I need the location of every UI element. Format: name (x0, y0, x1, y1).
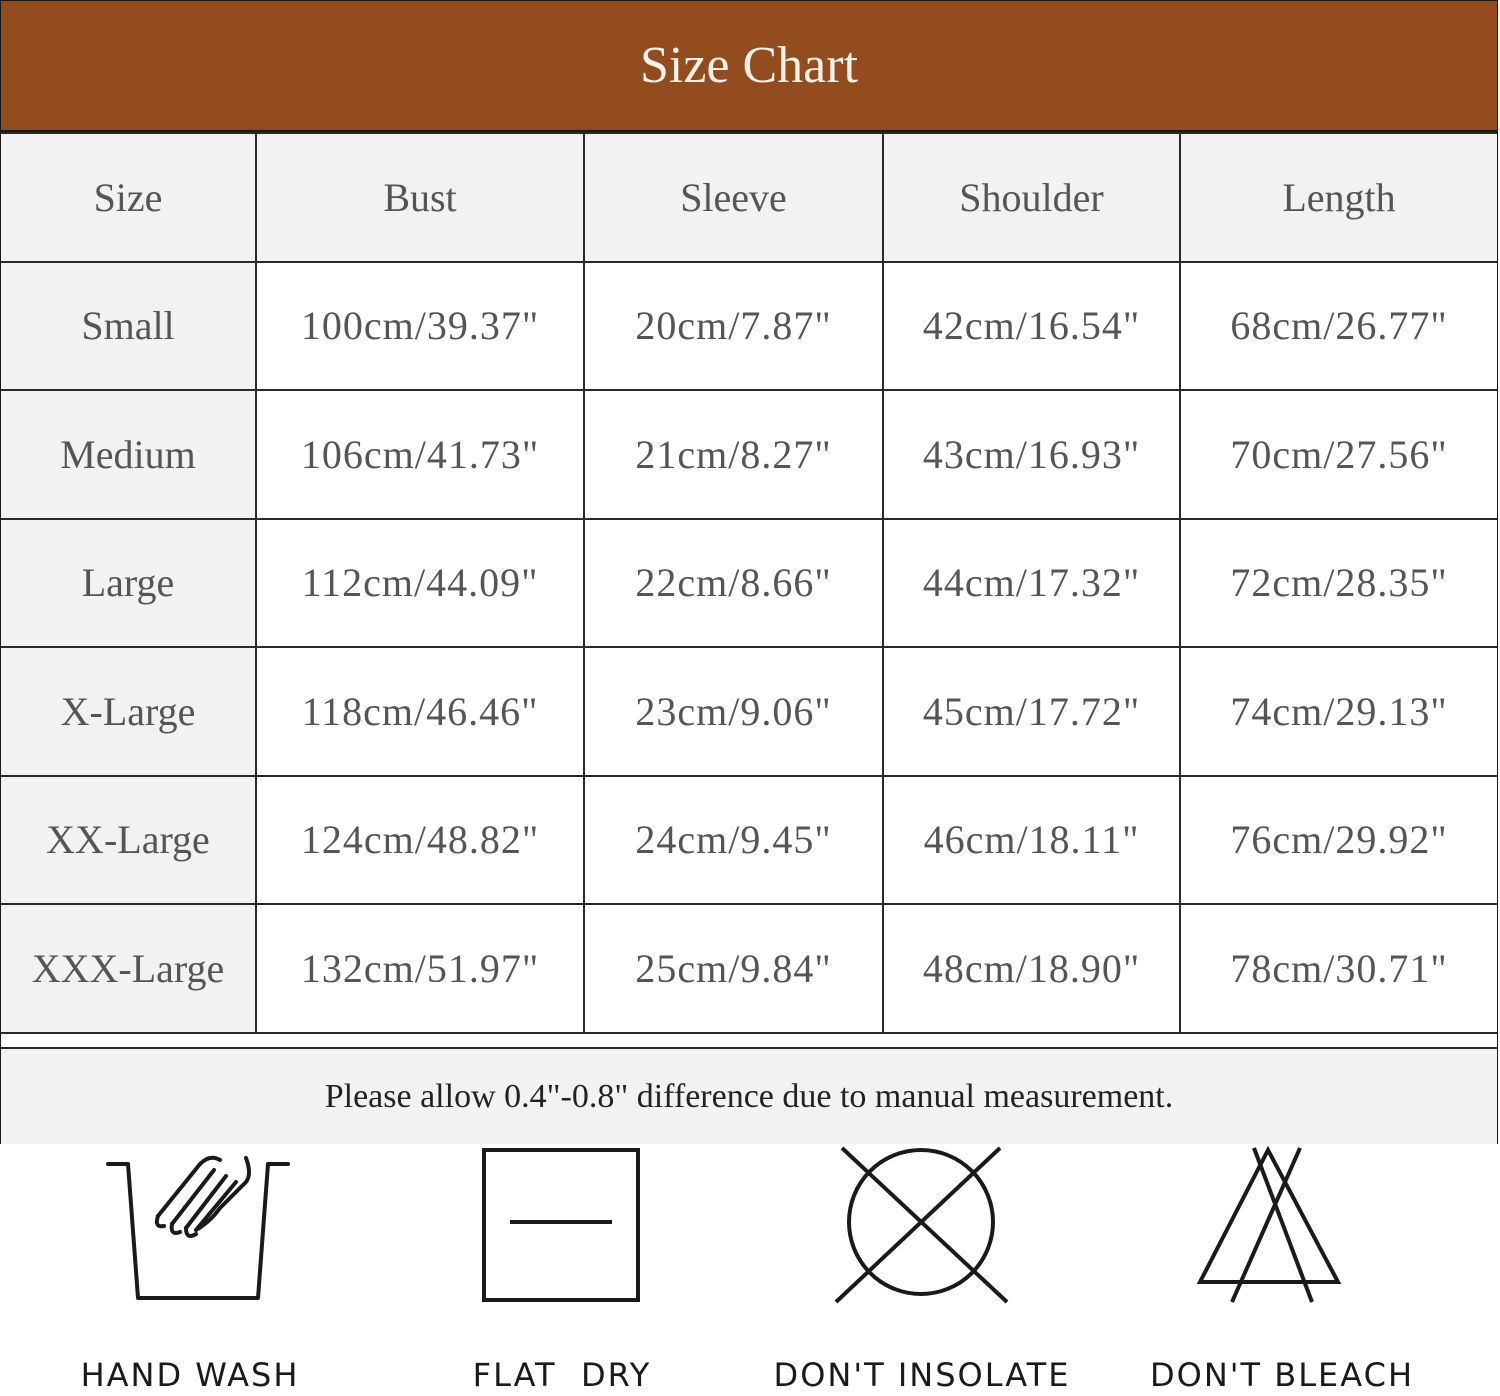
table-row: Large 112cm/44.09" 22cm/8.66" 44cm/17.32… (1, 517, 1497, 648)
size-cell: Large (1, 517, 257, 648)
length-cell: 72cm/28.35" (1179, 517, 1497, 648)
bust-cell: 106cm/41.73" (255, 389, 585, 520)
shoulder-cell: 43cm/16.93" (882, 389, 1181, 520)
table-row: XX-Large 124cm/48.82" 24cm/9.45" 46cm/18… (1, 774, 1497, 905)
sleeve-cell: 24cm/9.45" (583, 774, 884, 905)
measurement-note: Please allow 0.4"-0.8" difference due to… (1, 1047, 1497, 1144)
shoulder-cell: 48cm/18.90" (882, 903, 1181, 1034)
sleeve-cell: 25cm/9.84" (583, 903, 884, 1034)
column-header-bust: Bust (255, 132, 585, 263)
table-row: Medium 106cm/41.73" 21cm/8.27" 43cm/16.9… (1, 389, 1497, 520)
shoulder-cell: 42cm/16.54" (882, 260, 1181, 391)
table-row: Small 100cm/39.37" 20cm/7.87" 42cm/16.54… (1, 260, 1497, 391)
bust-cell: 112cm/44.09" (255, 517, 585, 648)
size-table: Size Bust Sleeve Shoulder Length Small 1… (1, 132, 1497, 1034)
bust-cell: 132cm/51.97" (255, 903, 585, 1034)
size-cell: Medium (1, 389, 257, 520)
shoulder-cell: 46cm/18.11" (882, 774, 1181, 905)
care-flat-dry: FLAT DRY (432, 1146, 692, 1396)
bust-cell: 118cm/46.46" (255, 646, 585, 777)
size-chart-title: Size Chart (1, 1, 1497, 132)
length-cell: 76cm/29.92" (1179, 774, 1497, 905)
bust-cell: 124cm/48.82" (255, 774, 585, 905)
sleeve-cell: 23cm/9.06" (583, 646, 884, 777)
care-dont-insolate: DON'T INSOLATE (774, 1146, 1068, 1396)
length-cell: 74cm/29.13" (1179, 646, 1497, 777)
sleeve-cell: 20cm/7.87" (583, 260, 884, 391)
bust-cell: 100cm/39.37" (255, 260, 585, 391)
sleeve-cell: 22cm/8.66" (583, 517, 884, 648)
length-cell: 70cm/27.56" (1179, 389, 1497, 520)
size-chart: Size Chart Size Bust Sleeve Shoulder Len… (0, 0, 1498, 1144)
care-label: DON'T INSOLATE (773, 1356, 1071, 1394)
care-dont-bleach: DON'T BLEACH (1150, 1146, 1412, 1396)
column-header-shoulder: Shoulder (882, 132, 1181, 263)
column-header-sleeve: Sleeve (583, 132, 884, 263)
care-hand-wash: HAND WASH (60, 1146, 320, 1396)
column-header-size: Size (1, 132, 257, 263)
table-header-row: Size Bust Sleeve Shoulder Length (1, 132, 1497, 263)
table-row: XXX-Large 132cm/51.97" 25cm/9.84" 48cm/1… (1, 903, 1497, 1034)
size-cell: XXX-Large (1, 903, 257, 1034)
length-cell: 68cm/26.77" (1179, 260, 1497, 391)
table-row: X-Large 118cm/46.46" 23cm/9.06" 45cm/17.… (1, 646, 1497, 777)
length-cell: 78cm/30.71" (1179, 903, 1497, 1034)
dont-bleach-icon (1196, 1146, 1342, 1303)
hand-wash-icon (106, 1155, 290, 1300)
care-label: DON'T BLEACH (1149, 1356, 1414, 1394)
shoulder-cell: 44cm/17.32" (882, 517, 1181, 648)
shoulder-cell: 45cm/17.72" (882, 646, 1181, 777)
size-cell: X-Large (1, 646, 257, 777)
flat-dry-icon (482, 1148, 640, 1302)
dont-insolate-icon (834, 1146, 1009, 1304)
sleeve-cell: 21cm/8.27" (583, 389, 884, 520)
care-label: HAND WASH (80, 1356, 300, 1394)
column-header-length: Length (1179, 132, 1497, 263)
size-cell: Small (1, 260, 257, 391)
care-label: FLAT DRY (472, 1356, 652, 1394)
size-cell: XX-Large (1, 774, 257, 905)
